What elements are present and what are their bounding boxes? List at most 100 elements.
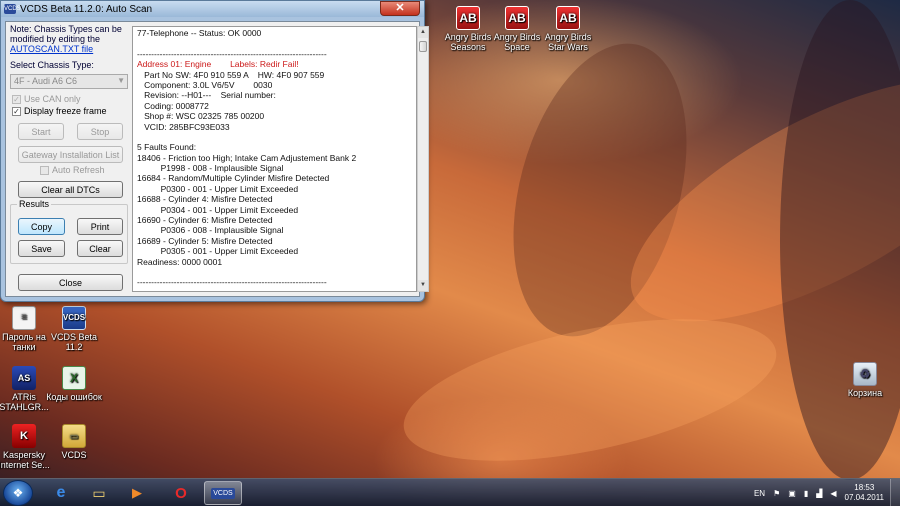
save-button[interactable]: Save (18, 240, 65, 257)
auto-refresh-label: Auto Refresh (52, 165, 105, 175)
clock-time: 18:53 (854, 483, 875, 492)
tray-app-icon[interactable]: ▣ (788, 489, 796, 498)
display-freeze-frame-label: Display freeze frame (24, 106, 107, 116)
report-line: Component: 3.0L V6/5V 0030 (137, 79, 273, 90)
internet-explorer-icon: e (56, 484, 66, 501)
show-desktop-button[interactable] (890, 479, 900, 506)
report-line: P0306 - 008 - Implausible Signal (137, 225, 284, 236)
desktop-icon-label: VCDS Beta 11.2 (50, 332, 98, 352)
desktop-icon-label: Коды ошибок (46, 392, 102, 402)
start-button[interactable]: Start (18, 123, 64, 140)
stop-button[interactable]: Stop (77, 123, 123, 140)
desktop-icon-label: Angry Birds Star Wars (544, 32, 592, 52)
report-line: P0300 - 001 - Upper Limit Exceeded (137, 183, 299, 194)
report-line: 16690 - Cylinder 6: Misfire Detected (137, 215, 273, 226)
report-line: 16684 - Random/Multiple Cylinder Misfire… (137, 173, 330, 184)
close-button[interactable]: Close (18, 274, 123, 291)
folder-icon: ▭ (92, 484, 106, 501)
volume-icon[interactable]: ◀ (830, 489, 836, 498)
media-player-icon: ▶ (132, 485, 142, 500)
desktop-icon-vcds-folder[interactable]: ▭ VCDS (44, 424, 104, 460)
clear-all-dtcs-button[interactable]: Clear all DTCs (18, 181, 123, 198)
taskbar-media-player-button[interactable]: ▶ (118, 481, 156, 505)
scan-report-textbox[interactable]: 77-Telephone -- Status: OK 0000 ---------… (132, 26, 417, 292)
angry-birds-icon: AB (456, 6, 480, 30)
print-button[interactable]: Print (77, 218, 123, 235)
chassis-note: Note: Chassis Types can be modified by e… (10, 24, 128, 54)
chassis-type-select[interactable]: 4F - Audi A6 C6 ▼ (10, 74, 128, 89)
vcds-autoscan-window: VCDS VCDS Beta 11.2.0: Auto Scan ✕ Note:… (0, 0, 429, 302)
use-can-only-checkbox[interactable]: ✓ Use CAN only (12, 94, 81, 104)
report-line: P0304 - 001 - Upper Limit Exceeded (137, 204, 299, 215)
desktop-icon-label: Корзина (847, 388, 883, 398)
window-titlebar[interactable]: VCDS VCDS Beta 11.2.0: Auto Scan (1, 1, 424, 17)
desktop-icon-angry-birds-star-wars[interactable]: AB Angry Birds Star Wars (538, 6, 598, 52)
vcds-app-icon: VCDS (4, 4, 21, 14)
system-tray: EN ⚑ ▣ ▮ ▟ ◀ 18:53 07.04.2011 (754, 479, 900, 506)
vcds-app-icon: VCDS (211, 487, 235, 499)
desktop-icon-recycle-bin[interactable]: ♻ Корзина (835, 362, 895, 398)
report-line (137, 132, 412, 142)
report-line: Part No SW: 4F0 910 559 A HW: 4F0 907 55… (137, 69, 325, 80)
checkbox-unchecked-icon (40, 165, 49, 175)
report-scrollbar[interactable]: ▲ ▼ (417, 26, 429, 292)
checkbox-checked-icon: ✓ (12, 94, 21, 104)
report-line: 16689 - Cylinder 5: Misfire Detected (137, 235, 273, 246)
autoscan-txt-link[interactable]: AUTOSCAN.TXT file (10, 44, 93, 54)
clear-button[interactable]: Clear (77, 240, 123, 257)
report-line: Shop #: WSC 02325 785 00200 (137, 111, 265, 122)
taskbar-ie-button[interactable]: e (42, 481, 80, 505)
scroll-up-arrow-icon[interactable]: ▲ (418, 27, 428, 38)
window-close-button[interactable]: ✕ (380, 1, 420, 16)
window-client-area: Note: Chassis Types can be modified by e… (5, 21, 429, 297)
display-freeze-frame-checkbox[interactable]: ✓ Display freeze frame (12, 106, 107, 116)
report-line: 18406 - Friction too High; Intake Cam Ad… (137, 152, 357, 163)
taskbar-explorer-button[interactable]: ▭ (80, 481, 118, 505)
report-line: 5 Faults Found: (137, 142, 197, 153)
battery-icon[interactable]: ▮ (804, 489, 808, 498)
flag-icon[interactable]: ⚑ (773, 489, 780, 498)
recycle-bin-icon: ♻ (853, 362, 877, 386)
folder-icon: ▭ (62, 424, 86, 448)
spreadsheet-icon: X (62, 366, 86, 390)
scrollbar-thumb[interactable] (419, 41, 427, 52)
desktop-icon-label: VCDS (61, 450, 87, 460)
atris-app-icon: AS (12, 366, 36, 390)
chassis-type-value: 4F - Audi A6 C6 (14, 76, 78, 86)
opera-icon: O (175, 484, 187, 502)
angry-birds-icon: AB (556, 6, 580, 30)
chassis-type-label: Select Chassis Type: (10, 60, 94, 70)
language-indicator[interactable]: EN (754, 489, 765, 498)
desktop-icon-vcds-beta[interactable]: VCDS VCDS Beta 11.2 (44, 306, 104, 352)
clock[interactable]: 18:53 07.04.2011 (845, 483, 884, 503)
use-can-only-label: Use CAN only (24, 94, 81, 104)
chevron-down-icon: ▼ (117, 76, 125, 85)
report-line: Revision: --H01--- Serial number: (137, 90, 276, 101)
angry-birds-icon: AB (505, 6, 529, 30)
chassis-note-text: Note: Chassis Types can be modified by e… (10, 24, 122, 44)
taskbar: ❖ e ▭ ▶ O VCDS EN ⚑ ▣ ▮ ▟ ◀ 18:53 07.04.… (0, 478, 900, 506)
report-line (137, 38, 412, 48)
report-line: P0305 - 001 - Upper Limit Exceeded (137, 246, 299, 257)
windows-logo-icon: ❖ (12, 486, 24, 500)
network-icon[interactable]: ▟ (816, 489, 822, 498)
report-line: 77-Telephone -- Status: OK 0000 (137, 28, 262, 38)
gateway-installation-list-button[interactable]: Gateway Installation List (18, 146, 123, 163)
taskbar-opera-button[interactable]: O (162, 481, 200, 505)
vcds-app-icon: VCDS (62, 306, 86, 330)
report-line: Address 01: Engine Labels: Redir Fail! (137, 59, 299, 70)
scroll-down-arrow-icon[interactable]: ▼ (418, 280, 428, 291)
report-line: Readiness: 0000 0001 (137, 256, 223, 267)
clock-date: 07.04.2011 (844, 493, 884, 502)
text-document-icon: ≡ (12, 306, 36, 330)
report-line: Coding: 0008772 (137, 100, 209, 111)
report-line: VCID: 285BFC93E033 (137, 121, 230, 132)
window-title: VCDS Beta 11.2.0: Auto Scan (20, 3, 153, 15)
checkbox-checked-icon: ✓ (12, 106, 21, 116)
copy-button[interactable]: Copy (18, 218, 65, 235)
desktop-icon-error-codes[interactable]: X Коды ошибок (44, 366, 104, 402)
auto-refresh-checkbox[interactable]: Auto Refresh (40, 165, 105, 175)
start-button[interactable]: ❖ (3, 480, 33, 506)
report-line: P1998 - 008 - Implausible Signal (137, 163, 284, 174)
taskbar-vcds-button[interactable]: VCDS (204, 481, 242, 505)
